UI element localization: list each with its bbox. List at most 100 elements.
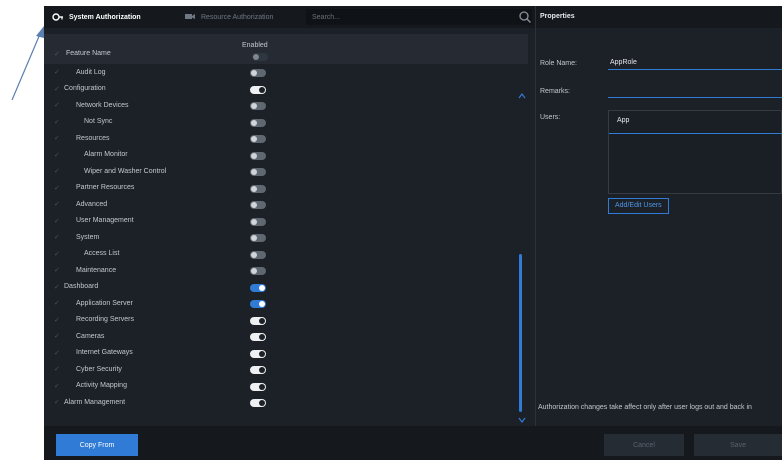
column-enabled: Enabled	[242, 42, 268, 49]
tab-system-authorization[interactable]: System Authorization	[52, 6, 141, 28]
enable-all-toggle[interactable]	[252, 53, 268, 61]
save-button[interactable]: Save	[694, 434, 782, 456]
check-icon: ✓	[54, 316, 60, 324]
table-row[interactable]: ✓ Wiper and Washer Control	[44, 163, 528, 180]
column-feature-name: Feature Name	[66, 50, 111, 57]
copy-from-button[interactable]: Copy From	[56, 434, 138, 456]
feature-name: Network Devices	[76, 101, 129, 109]
search-icon[interactable]	[518, 10, 532, 24]
search-placeholder: Search...	[312, 13, 341, 21]
table-row[interactable]: ✓ Access List	[44, 246, 528, 263]
footer-bar: Copy From Cancel Save	[44, 426, 782, 460]
users-list-item[interactable]: App	[617, 117, 629, 124]
check-icon: ✓	[54, 168, 60, 176]
enabled-toggle[interactable]	[250, 382, 266, 391]
remarks-field[interactable]	[608, 84, 782, 98]
feature-name: Recording Servers	[76, 316, 134, 324]
check-icon: ✓	[54, 366, 60, 374]
feature-name: Partner Resources	[76, 184, 135, 192]
feature-table: ✓ Feature Name Enabled ✓ Audit Log ✓ Config…	[44, 28, 528, 426]
check-icon: ✓	[54, 267, 60, 275]
enabled-toggle[interactable]	[250, 300, 266, 308]
users-list[interactable]: App	[608, 110, 782, 194]
scroll-down-icon[interactable]	[518, 416, 526, 424]
feature-name: Alarm Management	[64, 398, 126, 406]
enabled-toggle[interactable]	[250, 168, 266, 176]
feature-name: Internet Gateways	[76, 349, 133, 357]
table-row[interactable]: ✓ Activity Mapping	[44, 378, 528, 395]
check-icon: ✓	[54, 217, 60, 225]
enabled-toggle[interactable]	[250, 250, 266, 259]
check-icon: ✓	[54, 85, 60, 93]
table-row[interactable]: ✓ System	[44, 229, 528, 246]
authorization-notice: Authorization changes take affect only a…	[538, 404, 752, 411]
enabled-toggle[interactable]	[250, 366, 266, 374]
feature-name: System	[76, 233, 100, 241]
check-icon: ✓	[54, 283, 60, 291]
table-header: ✓ Feature Name Enabled	[44, 34, 528, 64]
table-row[interactable]: ✓ Cameras	[44, 328, 528, 345]
enabled-toggle[interactable]	[250, 201, 266, 209]
enabled-toggle[interactable]	[250, 333, 266, 341]
scroll-up-icon[interactable]	[518, 92, 526, 100]
role-name-label: Role Name:	[540, 60, 577, 67]
authorization-window: System Authorization Resource Authorizat…	[44, 6, 782, 460]
table-row[interactable]: ✓ Maintenance	[44, 262, 528, 279]
table-row[interactable]: ✓ Audit Log	[44, 64, 528, 81]
tab-label: System Authorization	[69, 13, 141, 21]
cancel-button[interactable]: Cancel	[604, 434, 684, 456]
check-icon: ✓	[54, 51, 60, 58]
enabled-toggle[interactable]	[250, 283, 266, 292]
table-row[interactable]: ✓ Application Server	[44, 295, 528, 312]
feature-name: Not Sync	[84, 118, 113, 126]
check-icon: ✓	[54, 118, 60, 126]
remarks-label: Remarks:	[540, 88, 570, 95]
check-icon: ✓	[54, 184, 60, 192]
role-name-field[interactable]: AppRole	[608, 56, 782, 70]
enabled-toggle[interactable]	[250, 399, 266, 407]
enabled-toggle[interactable]	[250, 151, 266, 160]
enabled-toggle[interactable]	[250, 267, 266, 275]
check-icon: ✓	[54, 250, 60, 258]
check-icon: ✓	[54, 333, 60, 341]
table-row[interactable]: ✓ Internet Gateways	[44, 345, 528, 362]
feature-name: Activity Mapping	[76, 382, 127, 390]
feature-name: Maintenance	[76, 266, 117, 274]
table-row[interactable]: ✓ Not Sync	[44, 114, 528, 131]
feature-name: Cyber Security	[76, 365, 122, 373]
feature-name: Wiper and Washer Control	[84, 167, 167, 175]
feature-name: Configuration	[64, 85, 106, 93]
enabled-toggle[interactable]	[250, 118, 266, 127]
table-row[interactable]: ✓ Network Devices	[44, 97, 528, 114]
enabled-toggle[interactable]	[250, 234, 266, 242]
enabled-toggle[interactable]	[250, 316, 266, 325]
check-icon: ✓	[54, 234, 60, 242]
scrollbar-thumb[interactable]	[519, 254, 522, 412]
table-row[interactable]: ✓ User Management	[44, 213, 528, 230]
key-icon	[52, 13, 63, 21]
feature-name: Alarm Monitor	[84, 151, 128, 159]
enabled-toggle[interactable]	[250, 184, 266, 193]
table-row[interactable]: ✓ Recording Servers	[44, 312, 528, 329]
table-row[interactable]: ✓ Alarm Monitor	[44, 147, 528, 164]
enabled-toggle[interactable]	[250, 85, 266, 94]
table-row[interactable]: ✓ Alarm Management	[44, 394, 528, 411]
table-row[interactable]: ✓ Partner Resources	[44, 180, 528, 197]
enabled-toggle[interactable]	[250, 102, 266, 110]
tab-resource-authorization[interactable]: Resource Authorization	[184, 6, 273, 28]
enabled-toggle[interactable]	[250, 217, 266, 226]
search-input[interactable]: Search...	[306, 9, 532, 25]
users-label: Users:	[540, 114, 561, 121]
feature-name: Audit Log	[76, 68, 106, 76]
enabled-toggle[interactable]	[250, 135, 266, 143]
table-row[interactable]: ✓ Configuration	[44, 81, 528, 98]
table-row[interactable]: ✓ Cyber Security	[44, 361, 528, 378]
table-row[interactable]: ✓ Advanced	[44, 196, 528, 213]
table-row[interactable]: ✓ Resources	[44, 130, 528, 147]
table-row[interactable]: ✓ Dashboard	[44, 279, 528, 296]
feature-name: Access List	[84, 250, 120, 258]
enabled-toggle[interactable]	[250, 349, 266, 358]
top-bar: System Authorization Resource Authorizat…	[44, 6, 782, 28]
enabled-toggle[interactable]	[250, 69, 266, 77]
add-edit-users-button[interactable]: Add/Edit Users	[608, 198, 669, 214]
